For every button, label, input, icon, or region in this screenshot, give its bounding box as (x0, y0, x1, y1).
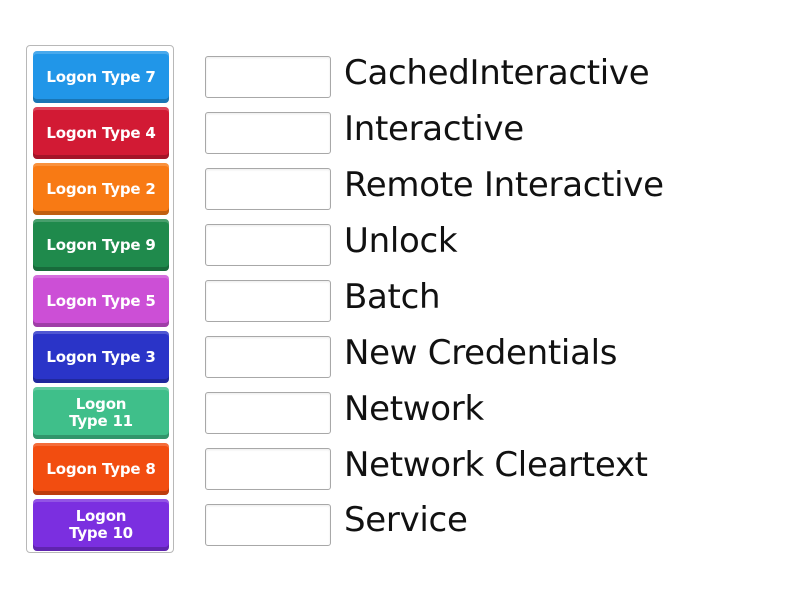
target-label-batch: Batch (344, 277, 441, 317)
drop-box-service[interactable] (205, 504, 331, 546)
target-label-remote-interactive: Remote Interactive (344, 165, 664, 205)
target-label-cachedinteractive: CachedInteractive (344, 53, 650, 93)
tile-logon-type-3[interactable]: Logon Type 3 (33, 331, 169, 383)
drop-box-unlock[interactable] (205, 224, 331, 266)
tile-logon-type-4[interactable]: Logon Type 4 (33, 107, 169, 159)
drop-box-network-cleartext[interactable] (205, 448, 331, 490)
tile-logon-type-11[interactable]: Logon Type 11 (33, 387, 169, 439)
tile-label: Logon Type 10 (69, 507, 133, 542)
tile-logon-type-9[interactable]: Logon Type 9 (33, 219, 169, 271)
tile-label: Logon Type 2 (46, 179, 156, 198)
drop-box-remote-interactive[interactable] (205, 168, 331, 210)
target-label-new-credentials: New Credentials (344, 333, 618, 373)
tile-logon-type-5[interactable]: Logon Type 5 (33, 275, 169, 327)
tile-logon-type-8[interactable]: Logon Type 8 (33, 443, 169, 495)
tile-label: Logon Type 4 (46, 123, 156, 142)
tile-label: Logon Type 7 (46, 67, 156, 86)
drop-box-cachedinteractive[interactable] (205, 56, 331, 98)
tile-label: Logon Type 8 (46, 459, 156, 478)
tile-label: Logon Type 11 (69, 395, 133, 430)
tile-logon-type-2[interactable]: Logon Type 2 (33, 163, 169, 215)
target-label-network: Network (344, 389, 484, 429)
target-label-unlock: Unlock (344, 221, 458, 261)
target-label-interactive: Interactive (344, 109, 524, 149)
target-label-network-cleartext: Network Cleartext (344, 445, 648, 485)
tile-label: Logon Type 3 (46, 347, 156, 366)
tile-tray: Logon Type 7 Logon Type 4 Logon Type 2 L… (26, 45, 174, 553)
tile-label: Logon Type 5 (46, 291, 156, 310)
drop-box-new-credentials[interactable] (205, 336, 331, 378)
drop-box-batch[interactable] (205, 280, 331, 322)
tile-logon-type-10[interactable]: Logon Type 10 (33, 499, 169, 551)
drop-box-network[interactable] (205, 392, 331, 434)
tile-label: Logon Type 9 (46, 235, 156, 254)
target-label-service: Service (344, 500, 468, 540)
drop-box-interactive[interactable] (205, 112, 331, 154)
tile-logon-type-7[interactable]: Logon Type 7 (33, 51, 169, 103)
